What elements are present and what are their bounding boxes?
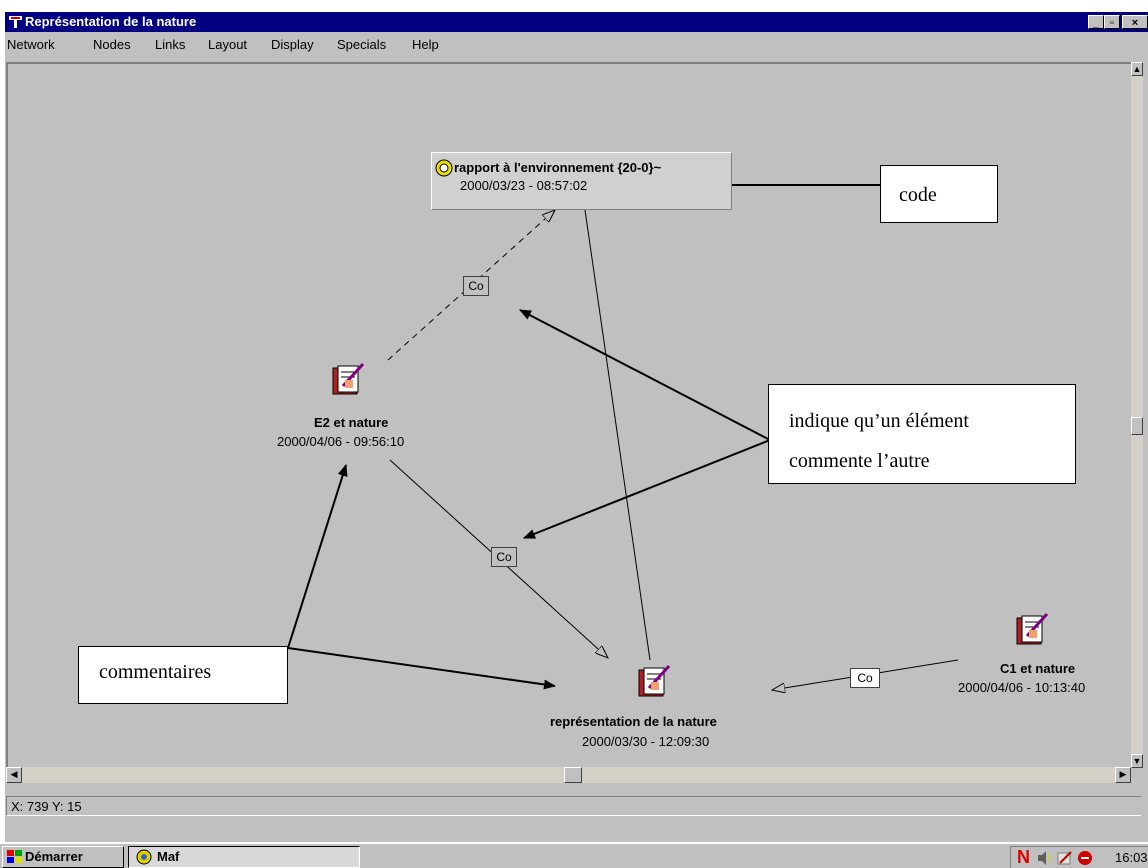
horizontal-scroll-thumb[interactable]: [564, 767, 582, 783]
callout-comments: indique qu’un élément commente l’autre: [768, 384, 1076, 484]
maf-app-icon: [136, 849, 152, 865]
callout-arrow-commentaires-2: [287, 647, 556, 690]
code-node-date: 2000/03/23 - 08:57:02: [460, 178, 588, 193]
start-label: Démarrer: [25, 849, 83, 864]
callout-arrow-comment-2: [523, 439, 771, 539]
representation-node-title[interactable]: représentation de la nature: [550, 714, 717, 729]
clock: 16:03: [1115, 850, 1148, 865]
callout-arrow-comment-1: [519, 309, 771, 441]
callout-comments-line1: indique qu’un élément: [789, 410, 969, 432]
code-node-title: rapport à l'environnement {20-0}~: [454, 160, 662, 175]
cursor-coordinates: X: 739 Y: 15: [11, 799, 82, 814]
e2-node-title[interactable]: E2 et nature: [314, 415, 388, 430]
scroll-left-button[interactable]: ◀: [6, 767, 22, 783]
scroll-up-button[interactable]: ▲: [1131, 62, 1143, 76]
link-label-co[interactable]: Co: [491, 547, 517, 567]
code-icon: [435, 159, 453, 177]
link-label-co[interactable]: Co: [850, 668, 880, 688]
taskbar: Démarrer Maf N 16:03: [0, 843, 1148, 868]
start-button[interactable]: Démarrer: [2, 846, 124, 868]
scroll-right-button[interactable]: ▶: [1115, 767, 1131, 783]
windows-logo-icon: [7, 850, 22, 863]
edge-representation-code[interactable]: [584, 209, 651, 661]
vertical-scrollbar[interactable]: ▲ ▼: [1131, 62, 1143, 768]
code-node[interactable]: rapport à l'environnement {20-0}~ 2000/0…: [431, 152, 732, 210]
status-bar: X: 739 Y: 15: [6, 796, 1141, 816]
antivirus-icon[interactable]: [1077, 850, 1093, 866]
horizontal-scrollbar[interactable]: ◀ ▶: [6, 767, 1131, 783]
taskbar-item-label: Maf: [157, 849, 180, 864]
speaker-icon[interactable]: [1037, 850, 1053, 866]
c1-node-date: 2000/04/06 - 10:13:40: [958, 680, 1086, 695]
scroll-down-button[interactable]: ▼: [1131, 754, 1143, 768]
memo-notebook-icon[interactable]: [1015, 612, 1049, 646]
callout-code: code: [880, 165, 998, 223]
callout-comments-line2: commente l’autre: [789, 450, 930, 472]
e2-node-date: 2000/04/06 - 09:56:10: [277, 434, 405, 449]
callout-arrow-commentaires-1: [287, 464, 348, 649]
network-n-icon[interactable]: N: [1017, 847, 1030, 868]
callout-commentaires: commentaires: [78, 646, 288, 704]
taskbar-item-maf[interactable]: Maf: [128, 846, 360, 868]
link-label-co[interactable]: Co: [463, 276, 489, 296]
scheduler-icon[interactable]: [1057, 850, 1073, 866]
memo-notebook-icon[interactable]: [637, 664, 671, 698]
c1-node-title[interactable]: C1 et nature: [1000, 661, 1075, 676]
vertical-scroll-thumb[interactable]: [1131, 417, 1143, 435]
memo-notebook-icon[interactable]: [331, 362, 365, 396]
system-tray: N 16:03: [1010, 846, 1148, 868]
representation-node-date: 2000/03/30 - 12:09:30: [582, 734, 710, 749]
